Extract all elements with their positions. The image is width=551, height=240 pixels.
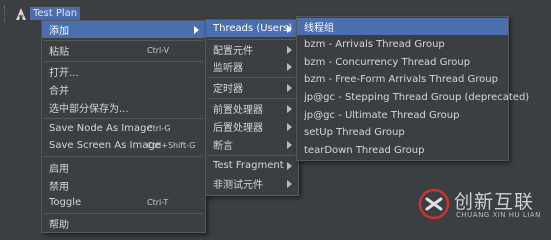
submenu-item-non-test[interactable]: 非测试元件 [206, 175, 298, 192]
menu-separator [44, 61, 203, 62]
menu-separator [208, 98, 296, 99]
chevron-right-icon [194, 26, 199, 34]
threads-submenu: 线程组 bzm - Arrivals Thread Group bzm - Co… [296, 16, 529, 161]
chevron-right-icon [287, 84, 292, 92]
menu-item-toggle-shortcut: Ctrl-T [147, 198, 169, 207]
menu-item-save-node-image-shortcut: Ctrl-G [147, 124, 171, 133]
thread-item-bzm-arrivals[interactable]: bzm - Arrivals Thread Group [297, 36, 508, 53]
thread-item-bzm-concurrency[interactable]: bzm - Concurrency Thread Group [297, 54, 508, 71]
thread-item-bzm-free-form[interactable]: bzm - Free-Form Arrivals Thread Group [297, 71, 508, 88]
submenu-item-test-fragment-label: Test Fragment [213, 160, 284, 171]
tree-connector [4, 6, 13, 22]
menu-separator [44, 213, 203, 214]
watermark: 创新互联 CHUANG XIN HU LIAN [414, 184, 551, 233]
chevron-right-icon [287, 123, 292, 131]
menu-item-add-label: 添加 [49, 26, 69, 37]
chevron-right-icon [287, 162, 292, 170]
menu-item-merge[interactable]: 合并 [42, 81, 205, 98]
thread-item-jpgc-stepping-label: jp@gc - Stepping Thread Group (deprecate… [304, 92, 530, 103]
submenu-item-non-test-label: 非测试元件 [213, 180, 263, 191]
menu-item-save-node-image-label: Save Node As Image [49, 123, 153, 134]
thread-item-setup-label: setUp Thread Group [304, 127, 405, 138]
menu-separator [44, 156, 203, 157]
menu-separator [44, 40, 203, 41]
context-menu: 添加 粘贴 Ctrl-V 打开... 合并 选中部分保存为... Save No… [41, 20, 206, 233]
menu-item-open-label: 打开... [49, 68, 79, 79]
submenu-item-postprocessor[interactable]: 后置处理器 [206, 118, 298, 135]
submenu-item-timer-label: 定时器 [213, 84, 243, 95]
menu-item-help-label: 帮助 [49, 220, 69, 231]
thread-item-bzm-concurrency-label: bzm - Concurrency Thread Group [304, 57, 471, 68]
menu-item-toggle-label: Toggle [49, 197, 82, 208]
thread-item-thread-group[interactable]: 线程组 [297, 18, 508, 35]
chevron-right-icon [287, 105, 292, 113]
menu-separator [44, 118, 203, 119]
menu-separator [208, 155, 296, 156]
menu-separator [208, 39, 296, 40]
thread-item-jpgc-ultimate[interactable]: jp@gc - Ultimate Thread Group [297, 107, 508, 124]
menu-item-enable[interactable]: 启用 [42, 159, 205, 176]
submenu-item-config[interactable]: 配置元件 [206, 41, 298, 58]
submenu-item-timer[interactable]: 定时器 [206, 79, 298, 96]
menu-item-save-selection-label: 选中部分保存为... [49, 104, 129, 115]
submenu-item-listener[interactable]: 监听器 [206, 58, 298, 75]
menu-item-open[interactable]: 打开... [42, 63, 205, 80]
menu-item-save-screen-image-label: Save Screen As Image [49, 140, 161, 151]
menu-item-save-selection[interactable]: 选中部分保存为... [42, 99, 205, 116]
submenu-item-config-label: 配置元件 [213, 46, 253, 57]
thread-item-thread-group-label: 线程组 [304, 23, 334, 34]
submenu-item-threads-label: Threads (Users) [213, 23, 293, 34]
menu-item-paste-label: 粘贴 [49, 47, 69, 58]
submenu-item-assertion-label: 断言 [213, 141, 233, 152]
watermark-cn-text: 创新互联 [454, 191, 535, 213]
menu-item-paste[interactable]: 粘贴 Ctrl-V [42, 42, 205, 59]
chevron-right-icon [287, 46, 292, 54]
test-plan-label[interactable]: Test Plan [30, 7, 81, 20]
thread-item-teardown[interactable]: tearDown Thread Group [297, 142, 508, 159]
submenu-item-preprocessor-label: 前置处理器 [213, 105, 263, 116]
thread-item-setup[interactable]: setUp Thread Group [297, 124, 508, 141]
submenu-item-postprocessor-label: 后置处理器 [213, 123, 263, 134]
thread-item-bzm-free-form-label: bzm - Free-Form Arrivals Thread Group [304, 74, 498, 85]
chevron-right-icon [287, 25, 292, 33]
menu-item-paste-shortcut: Ctrl-V [147, 46, 170, 55]
chevron-right-icon [287, 180, 292, 188]
watermark-en-text: CHUANG XIN HU LIAN [456, 211, 541, 219]
menu-item-save-node-image[interactable]: Save Node As Image Ctrl-G [42, 120, 205, 137]
add-submenu: Threads (Users) 配置元件 监听器 定时器 前置处理器 后置处理器… [205, 19, 299, 196]
thread-item-jpgc-ultimate-label: jp@gc - Ultimate Thread Group [304, 110, 460, 121]
thread-item-jpgc-stepping[interactable]: jp@gc - Stepping Thread Group (deprecate… [297, 89, 529, 106]
menu-item-save-screen-image[interactable]: Save Screen As Image Ctrl+Shift-G [42, 137, 205, 154]
brand-logo-icon [418, 188, 450, 220]
submenu-item-listener-label: 监听器 [213, 63, 243, 74]
menu-item-disable[interactable]: 禁用 [42, 177, 205, 194]
thread-item-bzm-arrivals-label: bzm - Arrivals Thread Group [304, 39, 445, 50]
menu-item-add[interactable]: 添加 [42, 21, 205, 38]
menu-separator [208, 77, 296, 78]
menu-item-merge-label: 合并 [49, 86, 69, 97]
thread-item-teardown-label: tearDown Thread Group [304, 145, 425, 156]
menu-item-disable-label: 禁用 [49, 182, 69, 193]
submenu-item-threads[interactable]: Threads (Users) [206, 20, 298, 37]
submenu-item-assertion[interactable]: 断言 [206, 136, 298, 153]
menu-item-help[interactable]: 帮助 [42, 215, 205, 232]
submenu-item-preprocessor[interactable]: 前置处理器 [206, 100, 298, 117]
submenu-item-test-fragment[interactable]: Test Fragment [206, 157, 298, 174]
test-plan-icon [16, 8, 26, 20]
chevron-right-icon [287, 63, 292, 71]
menu-item-save-screen-image-shortcut: Ctrl+Shift-G [147, 141, 196, 150]
menu-item-toggle[interactable]: Toggle Ctrl-T [42, 194, 205, 211]
chevron-right-icon [287, 141, 292, 149]
menu-item-enable-label: 启用 [49, 164, 69, 175]
